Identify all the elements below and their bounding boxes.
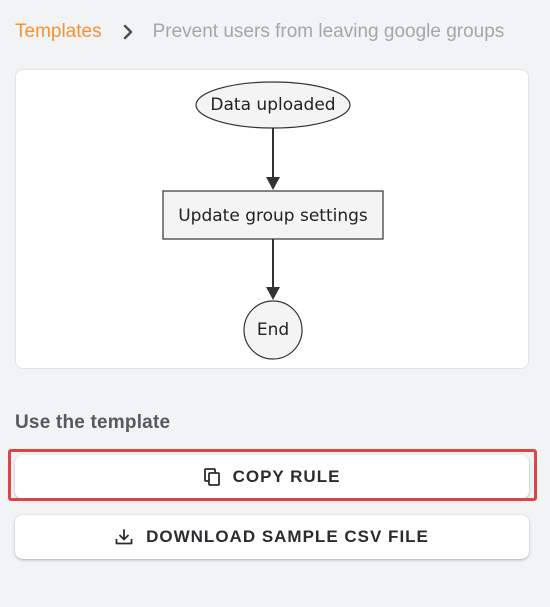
- download-sample-csv-button[interactable]: DOWNLOAD SAMPLE CSV FILE: [15, 515, 529, 559]
- copy-icon: [203, 468, 220, 486]
- breadcrumb-templates-link[interactable]: Templates: [15, 21, 102, 43]
- breadcrumb: Templates Prevent users from leaving goo…: [15, 19, 504, 45]
- flow-node-start-label: Data uploaded: [210, 95, 336, 115]
- copy-rule-label: COPY RULE: [232, 467, 341, 486]
- chevron-right-icon: [123, 24, 133, 40]
- flow-arrowhead-2: [266, 287, 280, 300]
- copy-rule-button[interactable]: COPY RULE: [15, 455, 529, 499]
- flow-node-step-label: Update group settings: [178, 206, 368, 226]
- flowchart-card: Data uploaded Update group settings End: [15, 69, 529, 369]
- breadcrumb-current-page: Prevent users from leaving google groups: [152, 21, 505, 42]
- section-title: Use the template: [15, 412, 171, 433]
- template-detail-page: Templates Prevent users from leaving goo…: [0, 0, 550, 607]
- download-sample-csv-label: DOWNLOAD SAMPLE CSV FILE: [146, 527, 429, 546]
- flow-arrowhead-1: [266, 177, 280, 190]
- flow-node-end-label: End: [256, 320, 290, 340]
- download-icon: [115, 529, 133, 545]
